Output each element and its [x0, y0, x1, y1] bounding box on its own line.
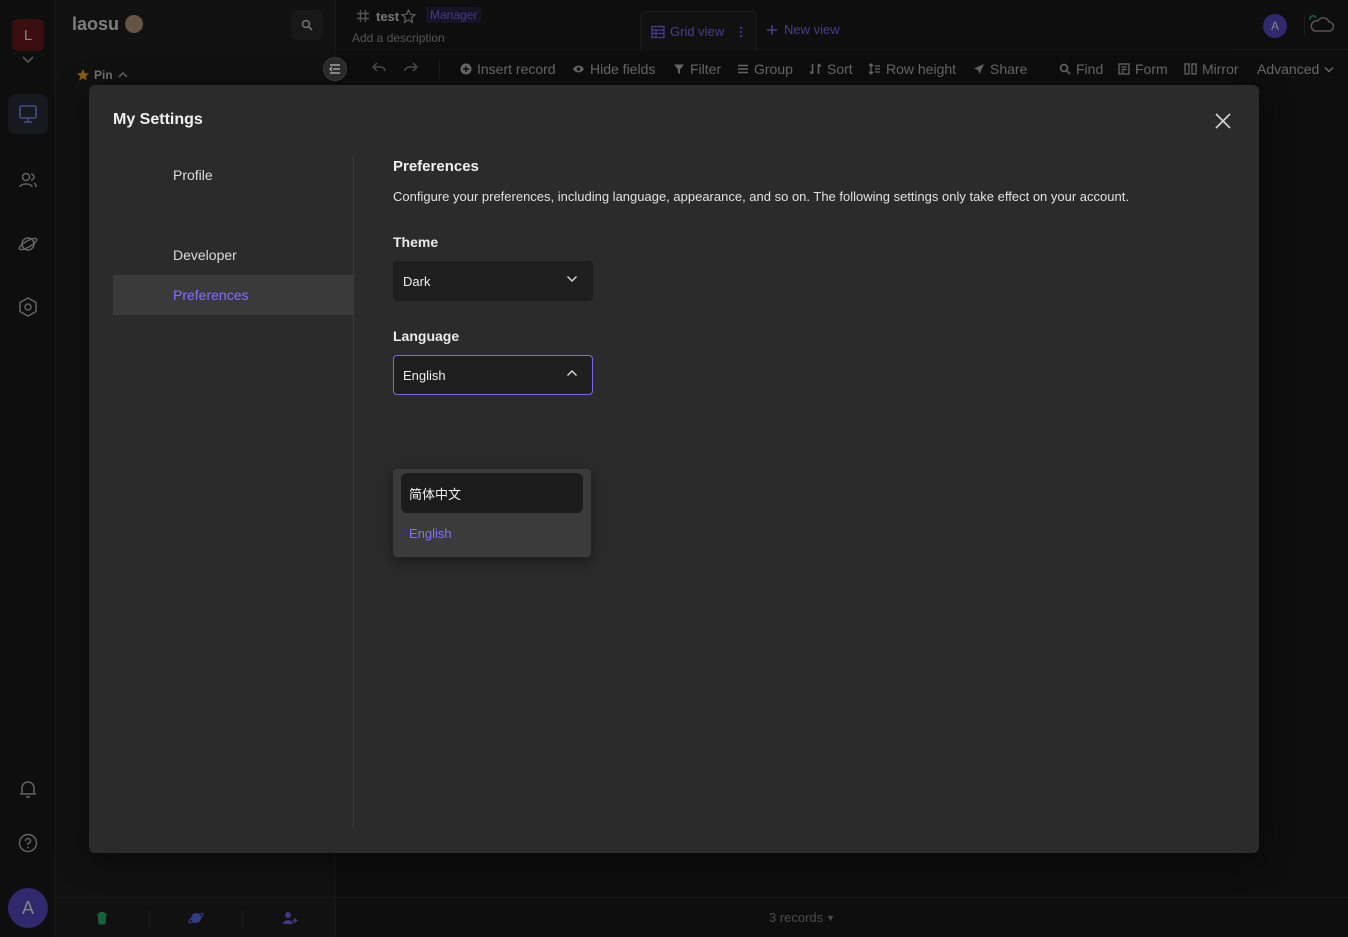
language-label: Language	[393, 328, 460, 344]
language-select[interactable]: English	[393, 355, 593, 395]
language-dropdown: 简体中文 English	[393, 469, 591, 557]
nav-item-preferences[interactable]: Preferences	[113, 275, 353, 315]
preferences-title: Preferences	[393, 158, 479, 175]
preferences-description: Configure your preferences, including la…	[393, 189, 1129, 204]
settings-nav: Profile Developer Preferences	[113, 155, 354, 829]
nav-item-profile[interactable]: Profile	[113, 155, 353, 195]
settings-modal: My Settings Profile Developer Preference…	[89, 85, 1259, 853]
language-option-en[interactable]: English	[401, 513, 583, 553]
close-icon[interactable]	[1213, 111, 1233, 131]
theme-label: Theme	[393, 234, 439, 250]
language-option-zh[interactable]: 简体中文	[401, 473, 583, 513]
collapse-sidebar-icon[interactable]	[323, 57, 347, 81]
language-value: English	[403, 367, 446, 383]
theme-value: Dark	[403, 273, 431, 289]
chevron-up-icon	[566, 369, 578, 377]
modal-title: My Settings	[113, 111, 203, 128]
chevron-down-icon	[566, 275, 578, 283]
theme-select[interactable]: Dark	[393, 261, 593, 301]
nav-item-developer[interactable]: Developer	[113, 235, 353, 275]
